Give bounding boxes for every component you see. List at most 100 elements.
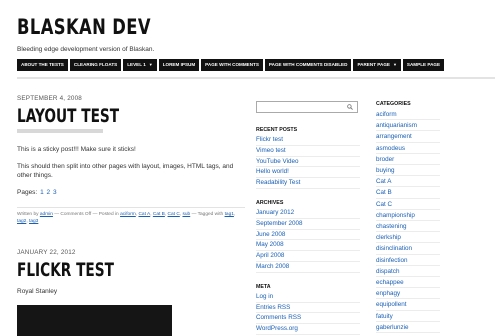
- list-item[interactable]: Cat B: [376, 187, 440, 199]
- nav-label: Clearing Floats: [73, 62, 118, 67]
- chevron-down-icon: ▼: [148, 62, 153, 67]
- categories-list: aciform antiquarianism arrangement asmod…: [376, 109, 440, 334]
- nav-label: Sample Page: [406, 62, 441, 67]
- meta-text: — Comments Off — Posted in: [54, 212, 119, 217]
- author-link[interactable]: admin: [40, 212, 53, 217]
- meta-list: Log in Entries RSS Comments RSS WordPres…: [256, 292, 360, 335]
- list-item[interactable]: Comments RSS: [256, 313, 360, 325]
- post-title[interactable]: LAYOUT TEST: [17, 105, 181, 127]
- list-item[interactable]: echappee: [376, 277, 440, 289]
- category-link[interactable]: Cat B: [153, 212, 165, 217]
- nav-label: Lorem Ipsum: [162, 62, 196, 67]
- page-link-3[interactable]: 3: [53, 189, 57, 196]
- list-item[interactable]: gaberlunzie: [376, 322, 440, 334]
- recent-posts-list: Flickr test Vimeo test YouTube Video Hel…: [256, 135, 360, 189]
- tag-link[interactable]: tag2: [17, 219, 26, 224]
- categories-widget: Categories aciform antiquarianism arrang…: [376, 101, 440, 334]
- nav-item-lorem-ipsum[interactable]: Lorem Ipsum: [158, 59, 200, 71]
- list-item[interactable]: asmodeus: [376, 143, 440, 154]
- post-meta: Written by admin — Comments Off — Posted…: [17, 207, 245, 225]
- site-title[interactable]: BLASKAN DEV: [17, 15, 151, 39]
- tag-link[interactable]: tag1: [225, 212, 234, 217]
- category-link[interactable]: aciform: [120, 212, 136, 217]
- pagination: Pages: 1 2 3: [17, 188, 245, 198]
- nav-item-clearing-floats[interactable]: Clearing Floats: [69, 59, 122, 71]
- chevron-down-icon: ▼: [392, 62, 397, 67]
- site-description: Bleeding edge development version of Bla…: [17, 46, 155, 53]
- nav-item-about[interactable]: About The Tests: [17, 59, 68, 71]
- nav-item-page-with-comments[interactable]: Page with comments: [201, 59, 263, 71]
- list-item[interactable]: antiquarianism: [376, 120, 440, 132]
- list-item[interactable]: equipollent: [376, 299, 440, 311]
- meta-text: — Tagged with: [191, 212, 224, 217]
- meta-heading: Meta: [256, 283, 271, 290]
- post-layout-test: September 4, 2008 LAYOUT TEST This is a …: [17, 95, 245, 225]
- list-item[interactable]: January 2012: [256, 208, 360, 219]
- list-item[interactable]: May 2008: [256, 240, 360, 252]
- list-item[interactable]: Log in: [256, 292, 360, 303]
- archives-list: January 2012 September 2008 June 2008 Ma…: [256, 208, 360, 273]
- post-date: September 4, 2008: [17, 95, 82, 102]
- category-link[interactable]: Cat C: [168, 212, 180, 217]
- sidebar: Recent Posts Flickr test Vimeo test YouT…: [256, 101, 360, 335]
- tag-link[interactable]: tag3: [29, 219, 38, 224]
- category-link[interactable]: sub: [182, 212, 190, 217]
- meta-text: Written by: [17, 212, 39, 217]
- list-item[interactable]: buying: [376, 165, 440, 177]
- list-item[interactable]: March 2008: [256, 262, 360, 273]
- post-paragraph: Royal Stanley: [17, 288, 58, 295]
- nav-label: Parent Page: [357, 62, 390, 67]
- flickr-image[interactable]: [17, 305, 172, 336]
- post-date: January 22, 2012: [17, 249, 76, 256]
- list-item[interactable]: April 2008: [256, 251, 360, 262]
- list-item[interactable]: arrangement: [376, 131, 440, 143]
- archives-heading: Archives: [256, 199, 284, 206]
- list-item[interactable]: enphagy: [376, 288, 440, 300]
- list-item[interactable]: Entries RSS: [256, 303, 360, 314]
- main-navigation: About The Tests Clearing Floats Level 1 ▼…: [17, 59, 445, 71]
- list-item[interactable]: disinfection: [376, 255, 440, 266]
- list-item[interactable]: aciform: [376, 109, 440, 121]
- category-link[interactable]: Cat A: [138, 212, 150, 217]
- post-body: This is a sticky post!!! Make sure it st…: [17, 145, 245, 197]
- nav-label: Level 1: [127, 62, 146, 67]
- search-input[interactable]: [256, 101, 358, 113]
- nav-label: Page with comments disabled: [268, 62, 348, 67]
- list-item[interactable]: Cat A: [376, 176, 440, 188]
- list-item[interactable]: WordPress.org: [256, 324, 360, 335]
- post-paragraph: This is a sticky post!!! Make sure it st…: [17, 146, 136, 153]
- list-item[interactable]: Hello world!: [256, 167, 360, 179]
- list-item[interactable]: dispatch: [376, 266, 440, 278]
- list-item[interactable]: September 2008: [256, 219, 360, 230]
- categories-heading: Categories: [376, 101, 411, 107]
- post-title[interactable]: FLICKR TEST: [17, 259, 181, 281]
- list-item[interactable]: YouTube Video: [256, 157, 360, 168]
- recent-posts-heading: Recent Posts: [256, 127, 298, 133]
- post-paragraph: This should then split into other pages …: [17, 162, 234, 180]
- list-item[interactable]: June 2008: [256, 230, 360, 241]
- list-item[interactable]: Vimeo test: [256, 146, 360, 157]
- post-body: Royal Stanley: [17, 287, 245, 297]
- list-item[interactable]: Cat C: [376, 199, 440, 210]
- pagination-label: Pages:: [17, 188, 38, 196]
- header-divider: [17, 77, 495, 79]
- list-item[interactable]: championship: [376, 210, 440, 222]
- title-underline: [17, 129, 103, 133]
- nav-item-parent-page[interactable]: Parent Page ▼: [353, 59, 401, 71]
- post-flickr-test: January 22, 2012 FLICKR TEST Royal Stanl…: [17, 249, 245, 297]
- search-icon[interactable]: [347, 104, 353, 110]
- list-item[interactable]: fatuity: [376, 311, 440, 322]
- nav-label: Page with comments: [205, 62, 259, 67]
- page-link-1[interactable]: 1: [40, 189, 44, 196]
- page-link-2[interactable]: 2: [47, 189, 51, 196]
- nav-label: About The Tests: [21, 62, 64, 67]
- nav-item-comments-disabled[interactable]: Page with comments disabled: [264, 59, 352, 71]
- nav-item-sample-page[interactable]: Sample Page: [402, 59, 445, 71]
- list-item[interactable]: Flickr test: [256, 135, 360, 146]
- list-item[interactable]: clerkship: [376, 232, 440, 244]
- list-item[interactable]: disinclination: [376, 243, 440, 255]
- list-item[interactable]: Readability Test: [256, 178, 360, 189]
- list-item[interactable]: chastening: [376, 221, 440, 233]
- nav-item-level-1[interactable]: Level 1 ▼: [123, 59, 157, 71]
- list-item[interactable]: broder: [376, 154, 440, 166]
